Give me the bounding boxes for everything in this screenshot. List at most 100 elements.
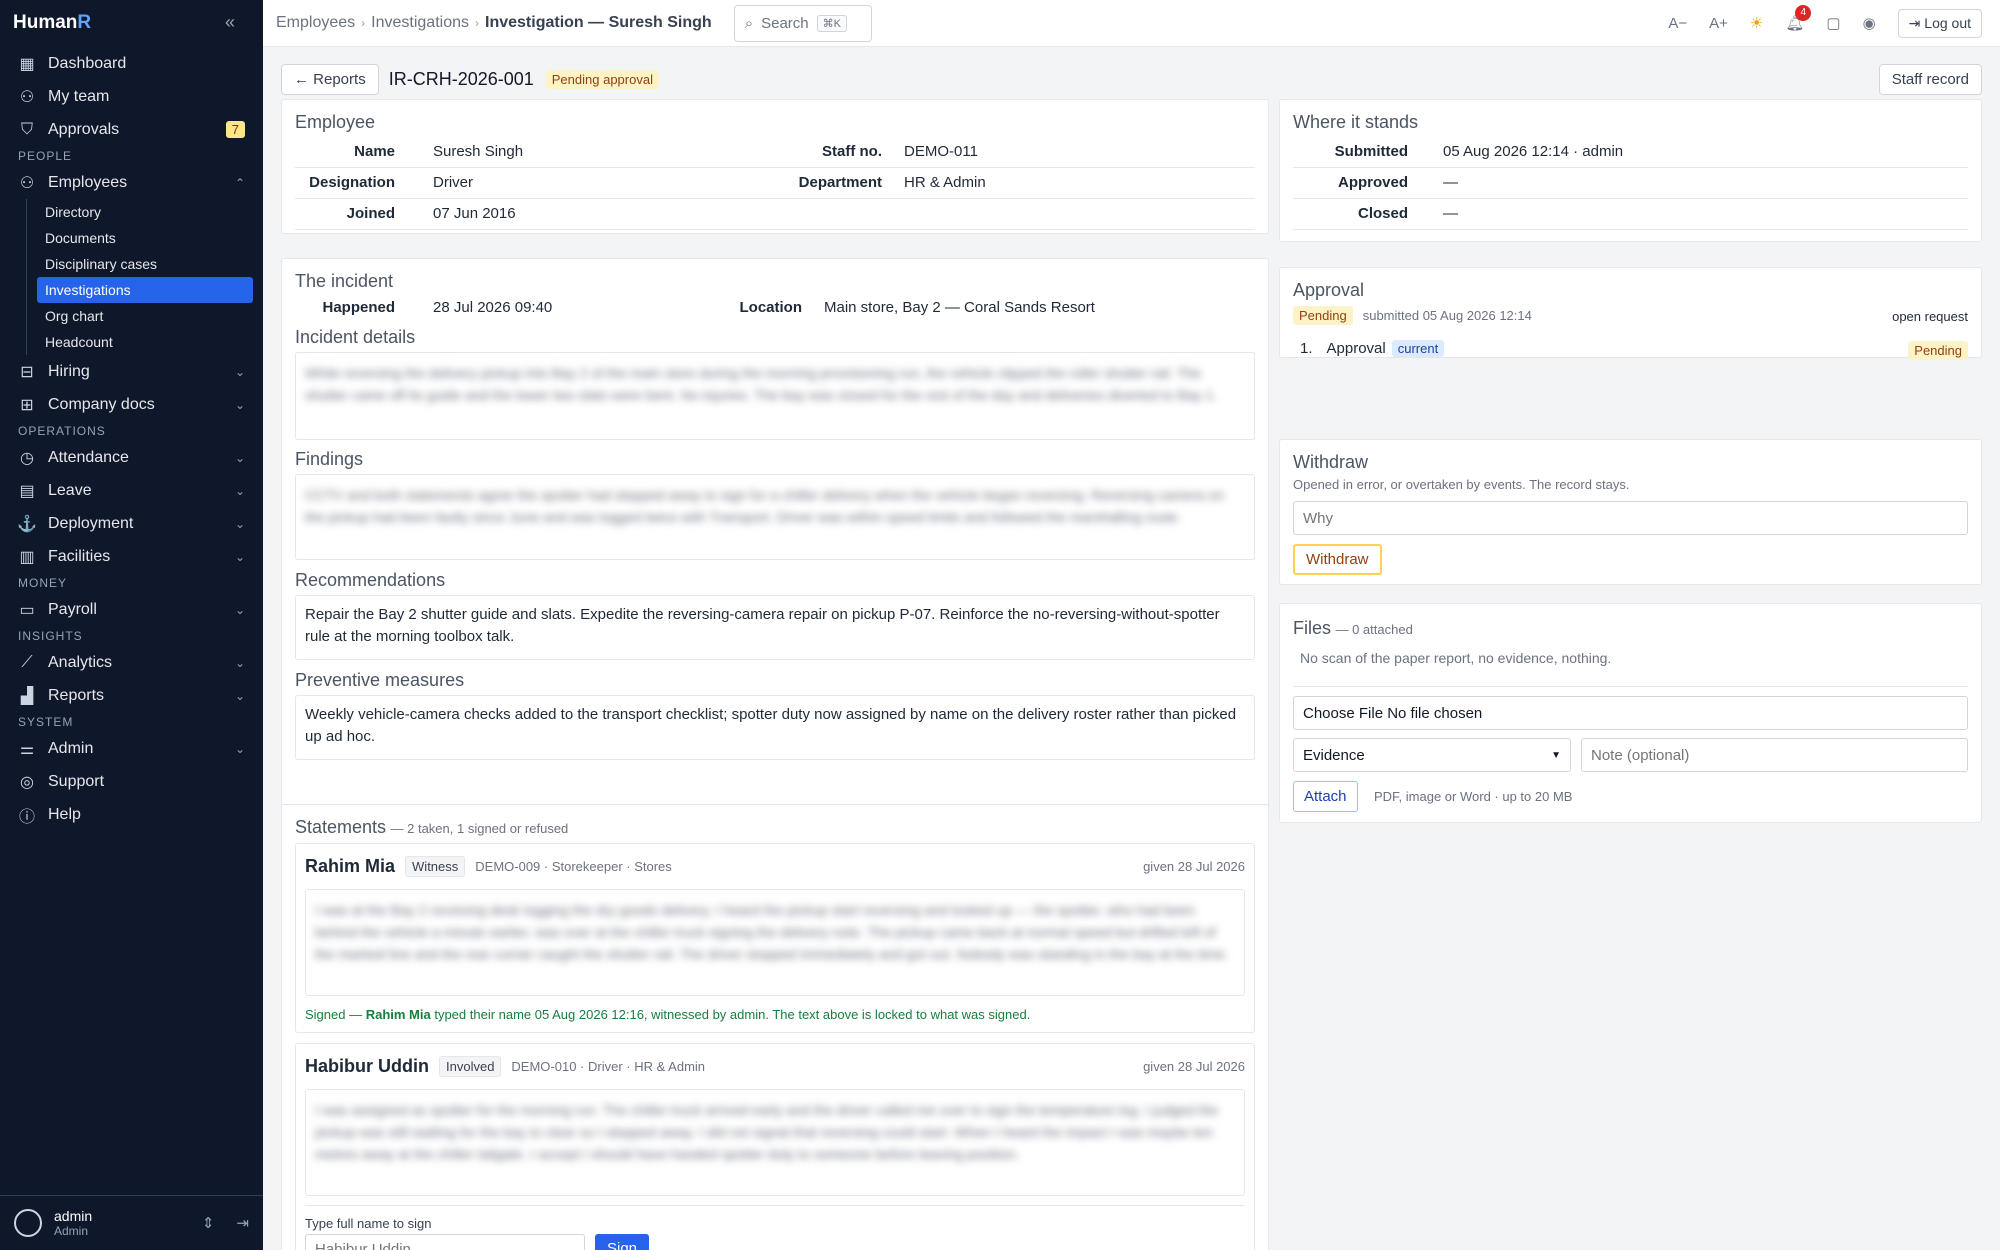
sidebar-item-company-docs[interactable]: ⊞ Company docs ⌄ (0, 388, 263, 421)
submitted-value: 05 Aug 2026 12:14 · admin (1443, 143, 1624, 160)
statement-name: Habibur Uddin (305, 1056, 429, 1076)
employee-joined: 07 Jun 2016 (433, 205, 516, 222)
avatar[interactable] (14, 1209, 42, 1237)
sidebar-item-my-team[interactable]: ⚇ My team (0, 80, 263, 113)
details-text-box: While reversing the delivery pickup into… (295, 352, 1255, 440)
sidebar-item-directory[interactable]: Directory (37, 199, 253, 225)
sidebar-item-analytics[interactable]: ⟋ Analytics ⌄ (0, 646, 263, 679)
attach-button[interactable]: Attach (1293, 781, 1358, 812)
chat-icon[interactable]: ▢ (1826, 14, 1840, 32)
logout-icon: ⇥ (1908, 14, 1921, 31)
staff-record-button[interactable]: Staff record (1878, 63, 1982, 95)
team-icon: ⚇ (19, 88, 35, 106)
findings-title: Findings (295, 449, 364, 469)
sidebar-item-approvals[interactable]: ⛉ Approvals 7 (0, 113, 263, 146)
sidebar-item-documents[interactable]: Documents (37, 225, 253, 251)
sidebar-item-payroll[interactable]: ▭ Payroll ⌄ (0, 593, 263, 626)
withdraw-desc: Opened in error, or overtaken by events.… (1293, 477, 1630, 492)
files-card: Files — 0 attached No scan of the paper … (1279, 603, 1982, 823)
current-step-badge: current (1391, 340, 1445, 357)
step-status-badge: Pending (1908, 341, 1968, 360)
sidebar-item-admin[interactable]: ⚌ Admin ⌄ (0, 732, 263, 765)
sidebar-item-deployment[interactable]: ⚓ Deployment ⌄ (0, 507, 263, 540)
chevron-down-icon: ⌄ (234, 655, 245, 670)
preventive-text: Weekly vehicle-camera checks added to th… (295, 695, 1255, 760)
statements-card: Statements — 2 taken, 1 signed or refuse… (281, 804, 1269, 1250)
statement-date: given 28 Jul 2026 (1143, 1059, 1245, 1074)
back-to-reports-button[interactable]: ← Reports (281, 63, 379, 95)
chevron-down-icon: ⌄ (234, 602, 245, 617)
chevron-down-icon: ⌄ (234, 516, 245, 531)
sidebar: HumanR « ▦ Dashboard ⚇ My team ⛉ Approvals 7… (0, 0, 263, 1250)
font-decrease-button[interactable]: A− (1668, 15, 1687, 32)
file-note-input[interactable] (1581, 738, 1968, 772)
chevron-down-icon: ⌄ (234, 450, 245, 465)
role-badge: Involved (439, 1056, 502, 1077)
breadcrumb-current: Investigation — Suresh Singh (485, 14, 712, 31)
section-money: MONEY (18, 576, 68, 590)
sidebar-item-attendance[interactable]: ◷ Attendance ⌄ (0, 441, 263, 474)
recommendations-text: Repair the Bay 2 shutter guide and slats… (295, 595, 1255, 660)
sign-button[interactable]: Sign (595, 1234, 650, 1250)
user-circle-icon[interactable]: ◉ (1863, 14, 1876, 32)
briefcase-icon: ⊟ (20, 363, 34, 381)
sidebar-item-employees[interactable]: ⚇ Employees ⌃ (0, 166, 263, 199)
chevron-down-icon: ⌄ (234, 483, 245, 498)
app-logo[interactable]: HumanR (13, 12, 91, 34)
sidebar-item-hiring[interactable]: ⊟ Hiring ⌄ (0, 355, 263, 388)
logout-icon[interactable]: ⇥ (236, 1214, 249, 1232)
sliders-icon: ⚌ (19, 740, 35, 758)
choose-file-button[interactable]: Choose File (1303, 705, 1383, 722)
sidebar-item-facilities[interactable]: ▥ Facilities ⌄ (0, 540, 263, 573)
file-chooser[interactable]: Choose File No file chosen (1293, 696, 1968, 730)
sidebar-item-headcount[interactable]: Headcount (37, 329, 253, 355)
sidebar-item-dashboard[interactable]: ▦ Dashboard (0, 47, 263, 80)
statement-info: DEMO-010 · Driver · HR & Admin (511, 1059, 706, 1074)
step-number: 1. (1300, 340, 1313, 357)
employee-department: HR & Admin (904, 174, 986, 191)
employee-name: Suresh Singh (433, 143, 524, 160)
statement-date: given 28 Jul 2026 (1143, 859, 1245, 874)
anchor-icon: ⚓ (17, 515, 37, 533)
chevron-up-icon: ⌃ (234, 175, 245, 190)
recommendations-title: Recommendations (295, 570, 446, 590)
sign-label: Type full name to sign (305, 1216, 432, 1231)
approval-submitted: submitted 05 Aug 2026 12:14 (1362, 308, 1532, 323)
sidebar-item-investigations[interactable]: Investigations (37, 277, 253, 303)
withdraw-reason-input[interactable] (1293, 501, 1968, 535)
approval-card: Approval Pending submitted 05 Aug 2026 1… (1279, 267, 1982, 360)
breadcrumb-employees[interactable]: Employees (276, 14, 355, 32)
collapse-sidebar-icon[interactable]: « (225, 12, 235, 33)
expand-icon[interactable]: ⇕ (202, 1214, 215, 1232)
clock-icon: ◷ (20, 449, 34, 467)
preventive-title: Preventive measures (295, 670, 465, 690)
sidebar-item-disciplinary-cases[interactable]: Disciplinary cases (37, 251, 253, 277)
logout-button[interactable]: ⇥ Log out (1897, 8, 1982, 38)
step-name: Approval (1326, 340, 1386, 357)
sun-icon[interactable]: ☀ (1750, 14, 1763, 32)
grid-icon: ▦ (19, 55, 35, 73)
section-people: PEOPLE (18, 149, 73, 163)
no-file-label: No file chosen (1387, 704, 1483, 722)
statement-habibur: Habibur Uddin Involved DEMO-010 · Driver… (295, 1043, 1255, 1250)
statement-text-box: I was at the Bay 2 receiving desk loggin… (305, 889, 1245, 996)
statement-rahim: Rahim Mia Witness DEMO-009 · Storekeeper… (295, 843, 1255, 1033)
sidebar-item-reports[interactable]: ▟ Reports ⌄ (0, 679, 263, 712)
sidebar-item-leave[interactable]: ▤ Leave ⌄ (0, 474, 263, 507)
breadcrumb-investigations[interactable]: Investigations (371, 14, 469, 32)
chart-line-icon: ⟋ (21, 653, 33, 671)
sign-name-input[interactable] (305, 1234, 585, 1250)
font-increase-button[interactable]: A+ (1709, 15, 1728, 32)
withdraw-button[interactable]: Withdraw (1293, 544, 1382, 575)
details-title: Incident details (295, 327, 416, 347)
status-card: Where it stands Submitted 05 Aug 2026 12:… (1279, 99, 1982, 242)
statements-title: Statements (295, 817, 387, 837)
file-type-select[interactable]: Evidence ▼ (1293, 738, 1571, 772)
sidebar-item-support[interactable]: ◎ Support (0, 765, 263, 798)
notifications-button[interactable]: 🔔︎ 4 (1785, 5, 1812, 32)
search-button[interactable]: ⌕ Search ⌘K (733, 4, 872, 42)
sidebar-item-help[interactable]: ⓘ Help (0, 798, 263, 831)
user-role: Admin (54, 1224, 89, 1238)
statement-info: DEMO-009 · Storekeeper · Stores (475, 859, 672, 874)
sidebar-item-org-chart[interactable]: Org chart (37, 303, 253, 329)
